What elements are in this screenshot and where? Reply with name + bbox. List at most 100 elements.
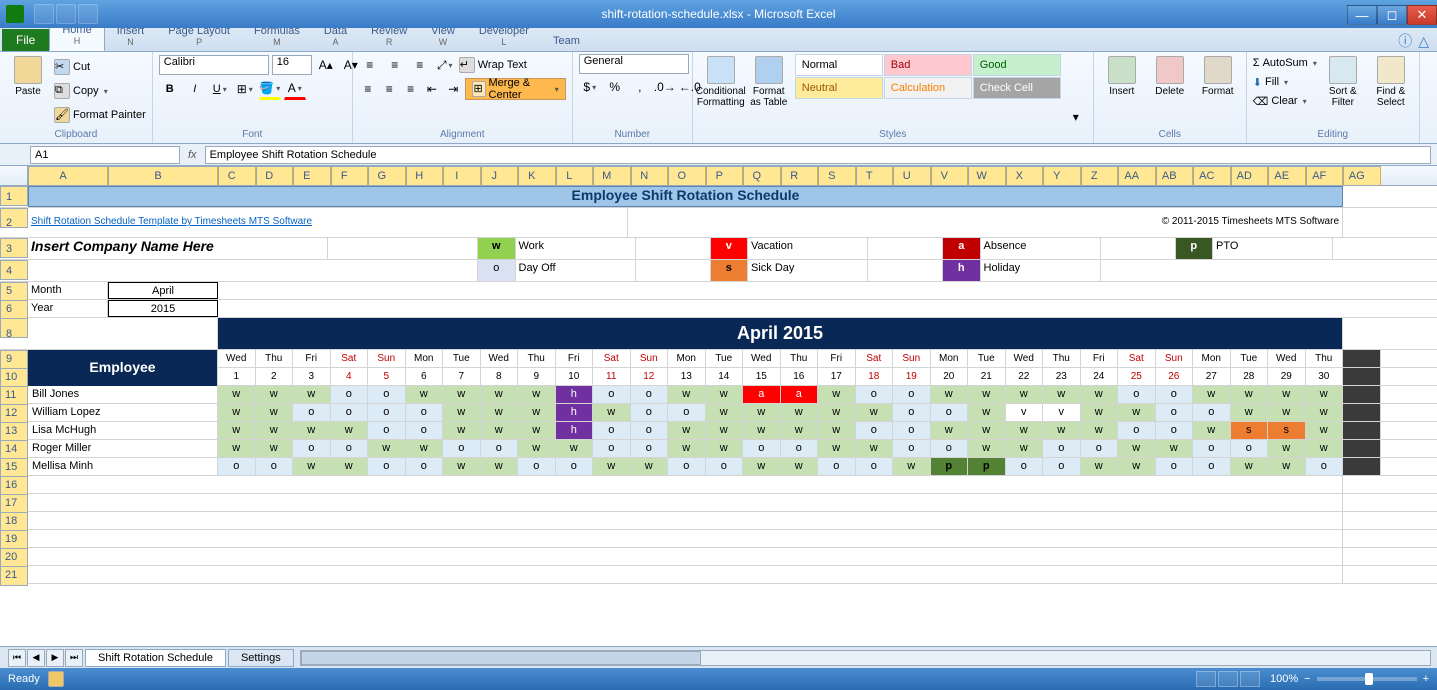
period-header[interactable]: April 2015 [218, 318, 1343, 349]
legend-o[interactable]: o [478, 260, 516, 281]
shift-cell[interactable]: w [331, 422, 369, 439]
shift-cell[interactable]: o [293, 404, 331, 421]
shift-cell[interactable]: w [218, 404, 256, 421]
shift-cell[interactable]: o [1156, 404, 1194, 421]
col-header-Y[interactable]: Y [1043, 166, 1081, 186]
wrap-text-button[interactable]: ↵Wrap Text [459, 54, 527, 76]
shift-cell[interactable]: o [818, 458, 856, 475]
shift-cell[interactable]: o [1043, 458, 1081, 475]
date[interactable]: 24 [1081, 368, 1119, 385]
date[interactable]: 14 [706, 368, 744, 385]
shift-cell[interactable]: w [1043, 422, 1081, 439]
end[interactable] [1343, 368, 1381, 385]
col-header-AF[interactable]: AF [1306, 166, 1344, 186]
shift-cell[interactable]: o [331, 386, 369, 403]
row-header-17[interactable]: 17 [0, 494, 28, 514]
shift-cell[interactable]: w [743, 404, 781, 421]
day-name[interactable]: Wed [1006, 350, 1044, 367]
date[interactable]: 29 [1268, 368, 1306, 385]
shift-cell[interactable]: o [1231, 440, 1269, 457]
shift-cell[interactable]: o [368, 458, 406, 475]
align-left-button[interactable]: ≡ [359, 78, 377, 100]
shift-cell[interactable]: w [1193, 422, 1231, 439]
col-header-Q[interactable]: Q [743, 166, 781, 186]
clear-button[interactable]: ⌫Clear [1253, 92, 1317, 110]
end[interactable] [1343, 350, 1381, 367]
row-header-11[interactable]: 11 [0, 386, 28, 406]
col-header-I[interactable]: I [443, 166, 481, 186]
day-name[interactable]: Fri [1081, 350, 1119, 367]
legend-v[interactable]: v [711, 238, 749, 259]
shift-cell[interactable]: w [293, 458, 331, 475]
bold-button[interactable]: B [159, 78, 181, 100]
shift-cell[interactable]: w [593, 458, 631, 475]
cell[interactable] [28, 548, 1343, 565]
shift-cell[interactable]: o [743, 440, 781, 457]
date[interactable]: 30 [1306, 368, 1344, 385]
shift-cell[interactable]: o [593, 422, 631, 439]
shift-cell[interactable]: o [331, 404, 369, 421]
date[interactable]: 8 [481, 368, 519, 385]
shift-cell[interactable]: w [256, 404, 294, 421]
date[interactable]: 5 [368, 368, 406, 385]
help-icon[interactable]: ⓘ [1398, 31, 1412, 51]
day-name[interactable]: Thu [1306, 350, 1344, 367]
legend-p[interactable]: p [1176, 238, 1214, 259]
shift-cell[interactable]: w [331, 458, 369, 475]
shift-cell[interactable]: h [556, 422, 594, 439]
cell[interactable] [636, 260, 711, 281]
date[interactable]: 1 [218, 368, 256, 385]
end[interactable] [1343, 458, 1381, 475]
year-label[interactable]: Year [28, 300, 108, 317]
shift-cell[interactable]: w [1118, 404, 1156, 421]
day-name[interactable]: Thu [518, 350, 556, 367]
shift-cell[interactable]: w [293, 422, 331, 439]
cell[interactable] [28, 476, 1343, 493]
shift-cell[interactable]: o [593, 440, 631, 457]
shift-cell[interactable]: w [781, 404, 819, 421]
format-cells-button[interactable]: Format [1196, 54, 1240, 99]
shift-cell[interactable]: w [256, 386, 294, 403]
date[interactable]: 4 [331, 368, 369, 385]
legend-w[interactable]: w [478, 238, 516, 259]
shift-cell[interactable]: o [556, 458, 594, 475]
shift-cell[interactable]: h [556, 386, 594, 403]
border-button[interactable]: ⊞ [234, 78, 256, 100]
minimize-button[interactable]: — [1347, 5, 1377, 25]
col-header-C[interactable]: C [218, 166, 256, 186]
end[interactable] [1343, 440, 1381, 457]
shift-cell[interactable]: w [406, 440, 444, 457]
col-header-E[interactable]: E [293, 166, 331, 186]
tab-nav-prev[interactable]: ◀ [27, 649, 45, 667]
shift-cell[interactable]: w [968, 440, 1006, 457]
day-name[interactable]: Sat [593, 350, 631, 367]
shift-cell[interactable]: w [406, 386, 444, 403]
shift-cell[interactable]: o [1006, 458, 1044, 475]
day-name[interactable]: Fri [293, 350, 331, 367]
redo-icon[interactable] [78, 4, 98, 24]
day-name[interactable]: Fri [556, 350, 594, 367]
shift-cell[interactable]: w [1231, 458, 1269, 475]
shift-cell[interactable]: w [1231, 404, 1269, 421]
shift-cell[interactable]: w [743, 422, 781, 439]
date[interactable]: 19 [893, 368, 931, 385]
copy-button[interactable]: ⧉Copy [54, 80, 146, 102]
end[interactable] [1343, 422, 1381, 439]
date[interactable]: 21 [968, 368, 1006, 385]
number-format-select[interactable]: General [579, 54, 689, 74]
align-right-button[interactable]: ≡ [401, 78, 419, 100]
file-tab[interactable]: File [2, 29, 49, 51]
day-name[interactable]: Tue [443, 350, 481, 367]
shift-cell[interactable]: w [443, 386, 481, 403]
style-normal[interactable]: Normal [795, 54, 883, 76]
col-header-N[interactable]: N [631, 166, 669, 186]
day-name[interactable]: Fri [818, 350, 856, 367]
day-name[interactable]: Thu [1043, 350, 1081, 367]
shift-cell[interactable]: o [593, 386, 631, 403]
formula-input[interactable] [205, 146, 1431, 164]
shift-cell[interactable]: o [856, 386, 894, 403]
shift-cell[interactable]: w [1193, 386, 1231, 403]
col-header-M[interactable]: M [593, 166, 631, 186]
legend-h[interactable]: h [943, 260, 981, 281]
shift-cell[interactable]: w [668, 386, 706, 403]
